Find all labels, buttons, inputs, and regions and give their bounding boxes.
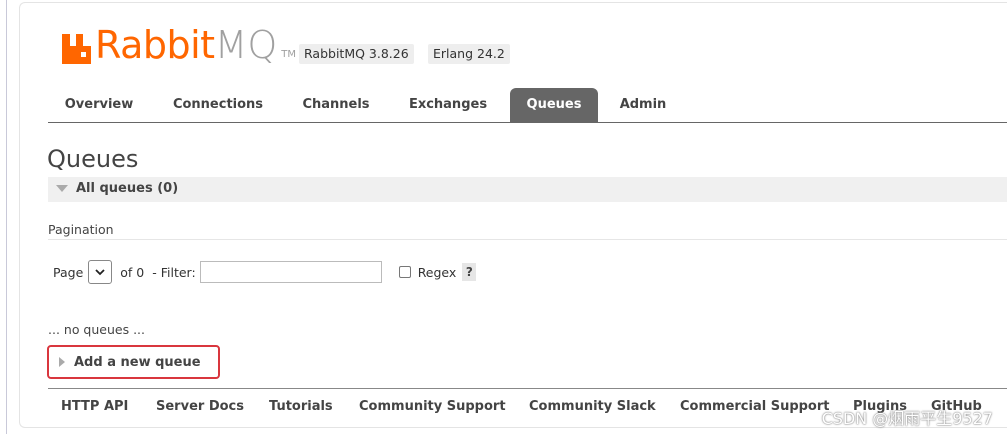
logo-text-mq: MQ bbox=[214, 23, 278, 67]
regex-checkbox[interactable] bbox=[398, 266, 411, 278]
chevron-down-icon bbox=[95, 268, 105, 275]
add-new-queue-toggle[interactable]: Add a new queue bbox=[47, 345, 220, 379]
tab-overview[interactable]: Overview bbox=[48, 88, 150, 122]
footer-link-community-slack[interactable]: Community Slack bbox=[529, 399, 656, 414]
tab-connections[interactable]: Connections bbox=[164, 88, 272, 122]
empty-state-text: ... no queues ... bbox=[48, 322, 146, 337]
pagination-controls: Page of 0 - Filter: Regex ? bbox=[53, 259, 477, 285]
footer-link-commercial-support[interactable]: Commercial Support bbox=[680, 399, 830, 414]
expand-arrow-icon bbox=[59, 357, 65, 367]
tab-admin[interactable]: Admin bbox=[608, 88, 678, 122]
add-new-queue-label: Add a new queue bbox=[74, 354, 201, 370]
page-count-label: of 0 bbox=[120, 264, 145, 280]
filter-input[interactable] bbox=[199, 261, 382, 283]
all-queues-toggle[interactable]: All queues (0) bbox=[56, 181, 178, 196]
footer-link-tutorials[interactable]: Tutorials bbox=[269, 399, 333, 414]
filter-label: - Filter: bbox=[152, 264, 196, 280]
erlang-version-badge: Erlang 24.2 bbox=[428, 44, 510, 64]
rabbitmq-logo[interactable]: Rabbit MQ TM bbox=[62, 24, 296, 64]
page-label: Page bbox=[53, 264, 84, 280]
divider bbox=[48, 239, 1007, 240]
footer-link-server-docs[interactable]: Server Docs bbox=[156, 399, 244, 414]
regex-label: Regex bbox=[417, 264, 457, 280]
collapse-arrow-icon bbox=[56, 185, 68, 192]
regex-help-button[interactable]: ? bbox=[462, 263, 477, 281]
page-title: Queues bbox=[47, 145, 139, 173]
footer-link-community-support[interactable]: Community Support bbox=[359, 399, 506, 414]
tab-exchanges[interactable]: Exchanges bbox=[400, 88, 496, 122]
footer-link-http-api[interactable]: HTTP API bbox=[61, 399, 128, 414]
footer-divider bbox=[48, 388, 1007, 389]
logo-text-rabbit: Rabbit bbox=[95, 23, 215, 67]
rabbitmq-logo-icon bbox=[62, 34, 91, 64]
csdn-watermark: CSDN @烟雨平生9527 bbox=[821, 409, 993, 428]
pagination-heading: Pagination bbox=[48, 222, 114, 237]
logo-trademark: TM bbox=[281, 49, 297, 60]
tab-channels[interactable]: Channels bbox=[291, 88, 381, 122]
all-queues-section-bar[interactable] bbox=[48, 177, 1007, 202]
page-select[interactable] bbox=[88, 260, 113, 284]
main-nav-tabs: Overview Connections Channels Exchanges … bbox=[48, 88, 1007, 123]
tab-queues[interactable]: Queues bbox=[510, 88, 598, 122]
all-queues-label: All queues (0) bbox=[76, 181, 179, 196]
rabbitmq-version-badge: RabbitMQ 3.8.26 bbox=[299, 44, 414, 64]
